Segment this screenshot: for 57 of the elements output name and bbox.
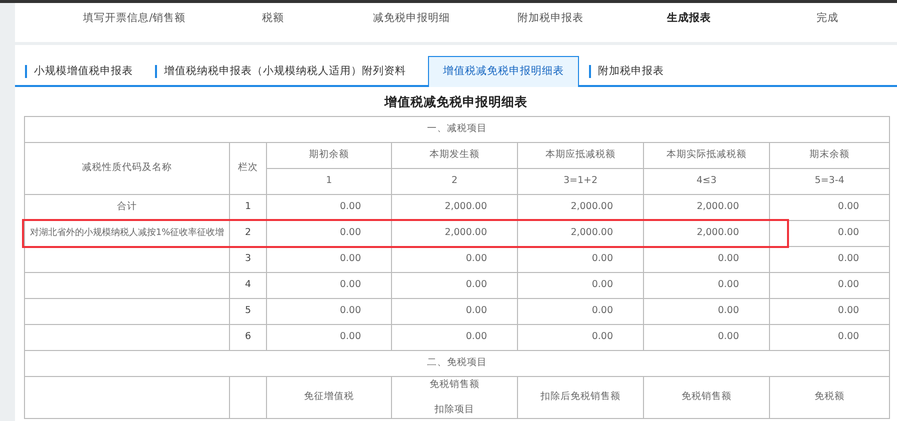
section-heading: 二、免税项目	[24, 350, 890, 376]
column-header: 扣除后免税销售额	[540, 390, 622, 404]
column-header: 免征增值税	[303, 390, 355, 404]
table-cell: 0.00	[266, 272, 392, 298]
column-header: 免税额	[814, 390, 846, 404]
column-formula: 5=3-4	[770, 168, 890, 194]
column-header: 扣除项目	[434, 402, 476, 416]
table-cell: 0.00	[266, 246, 392, 272]
table-cell: 0.00	[518, 246, 644, 272]
form-title: 增值税减免税申报明细表	[383, 93, 528, 111]
column-header: 减税性质代码及名称	[24, 142, 230, 194]
table-cell: 0.00	[644, 298, 770, 324]
table-cell: 0.00	[392, 324, 518, 350]
column-header: 本期实际抵减税额	[644, 142, 770, 168]
tab[interactable]: 增值税纳税申报表（小规模纳税人适用）附列资料	[155, 58, 418, 85]
section-heading: 一、减税项目	[24, 116, 890, 142]
table-cell: 0.00	[644, 272, 770, 298]
column-formula: 4≤3	[644, 168, 770, 194]
wizard-step[interactable]: 填写开票信息/销售额	[65, 11, 204, 27]
table-cell: 3	[230, 246, 266, 272]
wizard-step[interactable]: 生成报表	[620, 11, 758, 27]
table-cell: 0.00	[644, 246, 770, 272]
tab[interactable]: 小规模增值税申报表	[25, 58, 145, 85]
wizard-step[interactable]: 税额	[204, 11, 342, 27]
table-cell: 0.00	[770, 272, 890, 298]
column-header: 免税销售额	[428, 378, 480, 392]
table-cell: 0.00	[266, 324, 392, 350]
table-cell: 4	[230, 272, 266, 298]
table-cell: 0.00	[770, 324, 890, 350]
column-header: 本期发生额	[392, 142, 518, 168]
table-cell: 对湖北省外的小规模纳税人减按1%征收率征收增	[24, 220, 230, 246]
table-cell: 0.00	[518, 272, 644, 298]
table-cell: 0.00	[644, 324, 770, 350]
table-cell: 0.00	[392, 272, 518, 298]
tab[interactable]: 附加税申报表	[589, 58, 676, 85]
table-cell: 0.00	[770, 298, 890, 324]
column-header: 期初余额	[266, 142, 392, 168]
table-cell: 5	[230, 298, 266, 324]
tab[interactable]: 增值税减免税申报明细表	[428, 56, 579, 87]
column-formula: 3=1+2	[518, 168, 644, 194]
table-cell: 0.00	[518, 298, 644, 324]
table-cell: 0.00	[392, 298, 518, 324]
column-header: 免税销售额	[680, 390, 732, 404]
column-formula: 1	[266, 168, 392, 194]
table-cell: 0.00	[518, 324, 644, 350]
table-cell: 0.00	[392, 246, 518, 272]
table-cell: 0.00	[770, 246, 890, 272]
wizard-step[interactable]: 减免税申报明细	[342, 11, 482, 27]
column-header: 本期应抵减税额	[518, 142, 644, 168]
table-cell: 合计	[24, 194, 230, 220]
column-formula: 2	[392, 168, 518, 194]
wizard-step[interactable]: 完成	[758, 11, 897, 27]
wizard-step[interactable]: 附加税申报表	[481, 11, 620, 27]
table-cell: 0.00	[266, 298, 392, 324]
table-cell: 6	[230, 324, 266, 350]
column-header: 期末余额	[770, 142, 890, 168]
column-header: 栏次	[230, 142, 266, 194]
